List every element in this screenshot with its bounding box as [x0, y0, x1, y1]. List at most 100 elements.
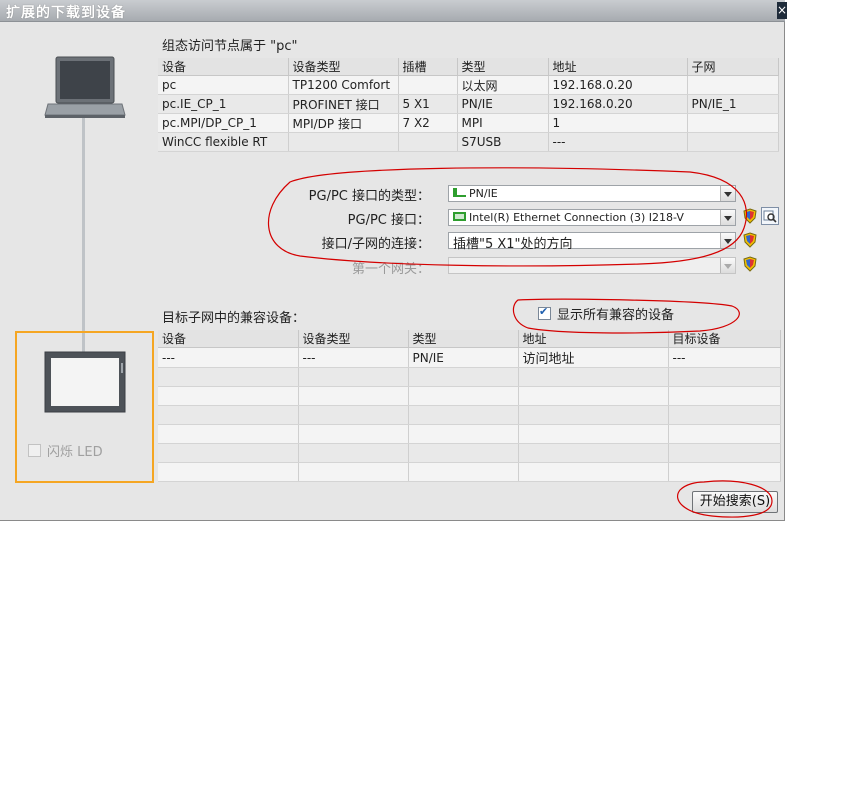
- table-cell: [518, 462, 669, 482]
- table-cell: 192.168.0.20: [548, 75, 688, 95]
- interface-value: Intel(R) Ethernet Connection (3) I218-V: [469, 211, 684, 224]
- table-cell: WinCC flexible RT: [158, 132, 289, 152]
- table-cell: [298, 386, 409, 406]
- compatible-section-title: 目标子网中的兼容设备：: [162, 311, 306, 326]
- column-header[interactable]: 设备: [158, 330, 299, 348]
- column-header[interactable]: 类型: [457, 58, 549, 76]
- table-cell: MPI/DP 接口: [288, 113, 399, 133]
- table-row[interactable]: pc TP1200 Comfort 以太网 192.168.0.20: [158, 75, 779, 95]
- shield-icon[interactable]: [743, 256, 757, 272]
- table-row[interactable]: pc.IE_CP_1 PROFINET 接口 5 X1 PN/IE 192.16…: [158, 94, 779, 114]
- flash-led-checkbox[interactable]: [28, 444, 41, 457]
- table-cell: ---: [158, 347, 299, 368]
- connection-line: [82, 118, 85, 353]
- table-cell: [298, 462, 409, 482]
- chevron-down-icon[interactable]: [720, 233, 735, 248]
- table-cell: [668, 405, 781, 425]
- column-header[interactable]: 目标设备: [668, 330, 781, 348]
- connection-select[interactable]: 插槽"5 X1"处的方向: [448, 232, 736, 252]
- dialog-title: 扩展的下载到设备: [6, 5, 126, 21]
- table-cell: [158, 405, 299, 425]
- column-header[interactable]: 地址: [518, 330, 669, 348]
- column-header[interactable]: 设备类型: [298, 330, 409, 348]
- pc-laptop-icon: [44, 56, 126, 118]
- gateway-label: 第一个网关：: [351, 262, 430, 277]
- table-row[interactable]: [158, 386, 781, 406]
- table-cell: [518, 424, 669, 444]
- table-row[interactable]: [158, 405, 781, 425]
- table-row[interactable]: [158, 462, 781, 482]
- column-header[interactable]: 插槽: [398, 58, 458, 76]
- table-cell: [158, 462, 299, 482]
- chevron-down-icon[interactable]: [720, 186, 735, 201]
- table-cell: [668, 386, 781, 406]
- target-device-highlight: [15, 331, 154, 483]
- compatible-devices-table: 设备 设备类型 类型 地址 目标设备 --- --- PN/IE 访问地址 --…: [158, 330, 781, 482]
- column-header[interactable]: 设备: [158, 58, 289, 76]
- compatible-table-header: 设备 设备类型 类型 地址 目标设备: [158, 330, 781, 348]
- table-cell: PN/IE: [408, 347, 519, 368]
- table-cell: [668, 443, 781, 463]
- column-header[interactable]: 地址: [548, 58, 688, 76]
- table-cell: [298, 405, 409, 425]
- table-cell: [408, 405, 519, 425]
- table-row[interactable]: [158, 367, 781, 387]
- shield-icon[interactable]: [743, 232, 757, 248]
- close-button[interactable]: ×: [777, 2, 787, 19]
- table-cell: S7USB: [457, 132, 549, 152]
- table-cell: [518, 386, 669, 406]
- table-cell: [518, 405, 669, 425]
- start-search-button[interactable]: 开始搜索(S): [692, 491, 778, 513]
- table-cell: [298, 367, 409, 387]
- nodes-table-header: 设备 设备类型 插槽 类型 地址 子网: [158, 58, 779, 76]
- nodes-table: 设备 设备类型 插槽 类型 地址 子网 pc TP1200 Comfort 以太…: [158, 58, 779, 152]
- nodes-section-title: 组态访问节点属于 "pc": [162, 39, 298, 54]
- column-header[interactable]: 类型: [408, 330, 519, 348]
- table-cell: TP1200 Comfort: [288, 75, 399, 95]
- table-cell: [687, 132, 779, 152]
- table-cell: [687, 75, 779, 95]
- table-cell: [158, 367, 299, 387]
- flash-led-label: 闪烁 LED: [47, 445, 103, 460]
- table-cell: 5 X1: [398, 94, 458, 114]
- interface-type-select[interactable]: PN/IE: [448, 185, 736, 202]
- show-all-label: 显示所有兼容的设备: [557, 308, 675, 323]
- show-all-checkbox[interactable]: [538, 305, 551, 320]
- chevron-down-icon[interactable]: [720, 210, 735, 225]
- table-cell: pc.IE_CP_1: [158, 94, 289, 114]
- search-interface-button[interactable]: [761, 207, 779, 225]
- column-header[interactable]: 设备类型: [288, 58, 399, 76]
- table-cell: ---: [548, 132, 688, 152]
- interface-type-value: PN/IE: [469, 187, 498, 200]
- table-row[interactable]: [158, 424, 781, 444]
- table-cell: [398, 132, 458, 152]
- table-cell: [408, 386, 519, 406]
- magnifier-icon: [763, 210, 777, 223]
- table-row[interactable]: [158, 443, 781, 463]
- connection-label: 接口/子网的连接：: [321, 237, 430, 252]
- table-cell: [398, 75, 458, 95]
- table-cell: ---: [668, 347, 781, 368]
- table-cell: [298, 443, 409, 463]
- table-row[interactable]: WinCC flexible RT S7USB ---: [158, 132, 779, 152]
- network-green-icon: [453, 188, 466, 197]
- table-cell: [158, 386, 299, 406]
- table-cell: [668, 424, 781, 444]
- table-cell: [158, 424, 299, 444]
- table-cell: [518, 443, 669, 463]
- shield-icon[interactable]: [743, 208, 757, 224]
- table-cell: PROFINET 接口: [288, 94, 399, 114]
- table-row[interactable]: pc.MPI/DP_CP_1 MPI/DP 接口 7 X2 MPI 1: [158, 113, 779, 133]
- table-cell: MPI: [457, 113, 549, 133]
- interface-type-label: PG/PC 接口的类型：: [308, 189, 430, 204]
- chevron-down-icon[interactable]: [720, 258, 735, 273]
- connection-value: 插槽"5 X1"处的方向: [453, 237, 573, 252]
- table-cell: [408, 367, 519, 387]
- table-cell: [298, 424, 409, 444]
- table-row[interactable]: --- --- PN/IE 访问地址 ---: [158, 347, 781, 368]
- table-cell: 1: [548, 113, 688, 133]
- column-header[interactable]: 子网: [687, 58, 779, 76]
- interface-select[interactable]: Intel(R) Ethernet Connection (3) I218-V: [448, 209, 736, 226]
- table-cell: [408, 462, 519, 482]
- gateway-select[interactable]: [448, 257, 736, 274]
